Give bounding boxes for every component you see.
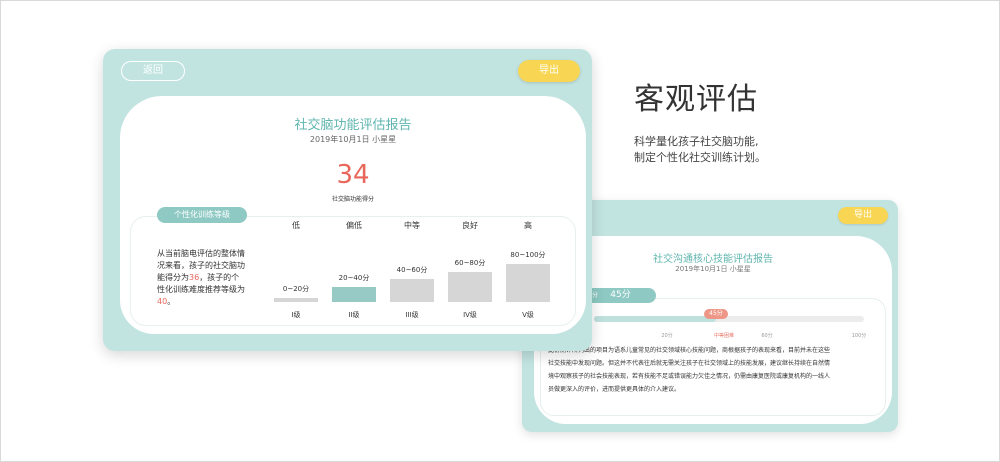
level-label: 低 xyxy=(292,221,300,230)
level-name: IV级 xyxy=(463,311,477,319)
progress-tick-label: 100分 xyxy=(851,333,867,339)
skills-score-marker: 45分 xyxy=(704,309,728,319)
training-level-description: 从当前脑电评估的整体情况来看，孩子的社交脑功能得分为36，孩子的个性化训练难度推… xyxy=(157,248,247,308)
progress-tick-label: 20分 xyxy=(661,333,673,339)
progress-tick-label: 60分 xyxy=(761,333,773,339)
skills-score-tab: 分 45分 xyxy=(588,288,656,303)
level-range: 40~60分 xyxy=(396,266,428,274)
brain-report-card: 返回 导出 社交脑功能评估报告 2019年10月1日 小星星 34 社交脑功能得… xyxy=(103,49,592,351)
export-button-small[interactable]: 导出 xyxy=(838,207,888,224)
level-label: 偏低 xyxy=(346,221,362,230)
skills-progress-track xyxy=(594,316,864,322)
description-level: 40 xyxy=(157,297,168,306)
report-text-line: 境中观察孩子的社会技能表现，若有技能不足或错误能力欠佳之情况，仍需由康复医院或康… xyxy=(548,373,831,380)
back-button[interactable]: 返回 xyxy=(121,61,185,81)
report-text-line: 社交技能中发现问题。但这并不代表往后就无需关注孩子在社交领域上的技能发展，建议继… xyxy=(548,360,831,367)
level-name: II级 xyxy=(348,311,360,319)
level-column: 中等 40~60分 III级 xyxy=(390,96,434,334)
level-column: 低 0~20分 I级 xyxy=(274,96,318,334)
level-column: 高 80~100分 V级 xyxy=(506,96,550,334)
description-text-3: 。 xyxy=(167,297,176,306)
export-button[interactable]: 导出 xyxy=(518,60,580,82)
level-column: 良好 60~80分 IV级 xyxy=(448,96,492,334)
training-level-tab: 个性化训练等级 xyxy=(157,207,247,223)
level-bar xyxy=(390,279,434,302)
headline-line-2: 制定个性化社交训练计划。 xyxy=(634,151,766,164)
level-bar xyxy=(506,264,550,302)
level-range: 0~20分 xyxy=(282,285,310,293)
headline-title: 客观评估 xyxy=(634,82,758,117)
level-bar xyxy=(274,298,318,302)
skills-progress-fill xyxy=(594,316,716,322)
skills-score-tab-value: 45分 xyxy=(610,290,631,300)
headline-line-1: 科学量化孩子社交脑功能, xyxy=(634,135,759,148)
skills-report-text: 此份测评所列出的项目为语系儿童常见的社交领域核心技能问题，商根据孩子的表现来看，… xyxy=(548,344,878,396)
level-range: 20~40分 xyxy=(338,274,370,282)
level-label: 高 xyxy=(524,221,532,230)
skills-score-tab-label: 分 xyxy=(592,292,599,299)
level-label: 良好 xyxy=(462,221,478,230)
level-column: 偏低 20~40分 II级 xyxy=(332,96,376,334)
description-score: 36 xyxy=(189,273,200,282)
level-name: V级 xyxy=(522,311,534,319)
report-text-line: 员做更深入的评价，进而提供更具体的介入建议。 xyxy=(548,386,681,393)
level-name: I级 xyxy=(291,311,301,319)
brain-report-body: 社交脑功能评估报告 2019年10月1日 小星星 34 社交脑功能得分 个性化训… xyxy=(120,96,586,334)
level-bar xyxy=(448,272,492,302)
level-range: 80~100分 xyxy=(510,251,546,259)
level-name: III级 xyxy=(405,311,419,319)
progress-tick-label: 中等困难 xyxy=(713,333,735,339)
level-label: 中等 xyxy=(404,221,420,230)
headline-description: 科学量化孩子社交脑功能, 制定个性化社交训练计划。 xyxy=(634,134,766,166)
level-range: 60~80分 xyxy=(454,259,486,267)
report-text-line: 此份测评所列出的项目为语系儿童常见的社交领域核心技能问题，商根据孩子的表现来看，… xyxy=(548,347,831,354)
level-bar xyxy=(332,287,376,302)
